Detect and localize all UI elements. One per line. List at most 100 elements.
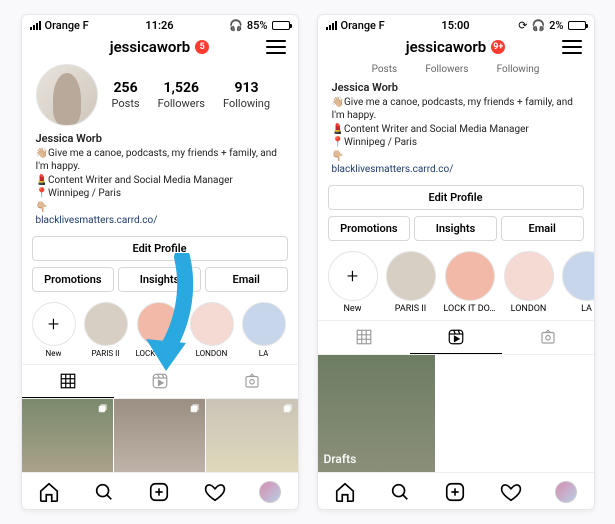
edit-profile-button[interactable]: Edit Profile xyxy=(328,185,584,210)
bio-link[interactable]: blacklivesmatters.carrd.co/ xyxy=(36,214,284,228)
promotions-button[interactable]: Promotions xyxy=(32,267,115,292)
stat-posts[interactable]: 256Posts xyxy=(112,80,140,110)
bio-line: 👋🏼Give me a canoe, podcasts, my friends … xyxy=(332,96,580,123)
bottom-nav xyxy=(318,472,594,509)
email-button[interactable]: Email xyxy=(501,216,584,241)
highlight-item[interactable]: PARIS II xyxy=(84,302,128,358)
empty-cell xyxy=(515,355,593,472)
highlights-row[interactable]: +New PARIS II LOCK IT DO... LONDON LA xyxy=(22,298,298,364)
status-bar: Orange F 11:26 🎧 85% xyxy=(22,15,298,34)
profile-header: jessicaworb 9+ xyxy=(318,34,594,64)
highlight-new[interactable]: +New xyxy=(32,302,76,358)
username-label: jessicaworb xyxy=(110,38,191,56)
promotions-button[interactable]: Promotions xyxy=(328,216,411,241)
activity-badge: 9+ xyxy=(491,40,505,54)
highlight-item[interactable]: PARIS II xyxy=(386,251,436,314)
stat-followers[interactable]: 1,526Followers xyxy=(158,80,205,110)
tab-reels[interactable] xyxy=(410,321,502,354)
edit-profile-button[interactable]: Edit Profile xyxy=(32,236,288,261)
highlight-item[interactable]: LOCK IT DO... xyxy=(136,302,182,358)
highlights-row[interactable]: +New PARIS II LOCK IT DO... LONDON LA xyxy=(318,247,594,320)
tagged-icon xyxy=(243,372,261,390)
insights-button[interactable]: Insights xyxy=(118,267,201,292)
plus-square-icon xyxy=(148,481,170,503)
bio-line: 📍Winnipeg / Paris xyxy=(36,187,284,201)
bio-line: 👋🏼Give me a canoe, podcasts, my friends … xyxy=(36,147,284,174)
drafts-thumb[interactable]: Drafts xyxy=(318,355,435,472)
nav-search[interactable] xyxy=(389,481,411,503)
battery-icon xyxy=(568,21,586,30)
nav-profile[interactable] xyxy=(555,481,577,503)
tab-tagged[interactable] xyxy=(206,365,298,398)
highlight-new[interactable]: +New xyxy=(328,251,378,314)
highlight-item[interactable]: LA xyxy=(562,251,595,314)
tab-reels[interactable] xyxy=(114,365,206,398)
stat-following[interactable]: 913Following xyxy=(223,80,270,110)
carousel-icon xyxy=(281,403,294,416)
stat-label: Followers xyxy=(425,64,468,75)
bio-line: 👇🏼 xyxy=(36,201,284,215)
empty-cell xyxy=(436,355,514,472)
reels-grid[interactable]: Drafts xyxy=(318,355,594,472)
nav-activity[interactable] xyxy=(500,481,522,503)
clock-label: 15:00 xyxy=(318,19,594,32)
profile-avatar[interactable] xyxy=(36,64,98,126)
stat-label: Following xyxy=(497,64,540,75)
tab-tagged[interactable] xyxy=(502,321,594,354)
post-grid[interactable] xyxy=(22,399,298,472)
menu-icon[interactable] xyxy=(562,40,582,54)
avatar-icon xyxy=(555,481,577,503)
highlight-item[interactable]: LONDON xyxy=(504,251,554,314)
nav-search[interactable] xyxy=(93,481,115,503)
post-thumb[interactable] xyxy=(22,399,113,472)
post-thumb[interactable] xyxy=(114,399,205,472)
avatar-icon xyxy=(259,481,281,503)
tab-grid[interactable] xyxy=(318,321,410,354)
search-icon xyxy=(389,481,411,503)
menu-icon[interactable] xyxy=(266,40,286,54)
highlight-item[interactable]: LA xyxy=(242,302,286,358)
nav-profile[interactable] xyxy=(259,481,281,503)
search-icon xyxy=(93,481,115,503)
phone-right: Orange F 15:00 ⟳ 🎧 2% jessicaworb 9+ Pos… xyxy=(317,14,595,510)
carousel-icon xyxy=(96,403,109,416)
nav-new-post[interactable] xyxy=(148,481,170,503)
grid-icon xyxy=(59,372,77,390)
nav-new-post[interactable] xyxy=(444,481,466,503)
reels-icon xyxy=(447,328,465,346)
highlight-item[interactable]: LOCK IT DO... xyxy=(444,251,496,314)
heart-icon xyxy=(204,481,226,503)
nav-home[interactable] xyxy=(38,481,60,503)
feed-tabs xyxy=(22,364,298,399)
drafts-label: Drafts xyxy=(324,452,357,466)
display-name: Jessica Worb xyxy=(36,132,284,147)
post-thumb[interactable] xyxy=(206,399,297,472)
carousel-icon xyxy=(188,403,201,416)
status-bar: Orange F 15:00 ⟳ 🎧 2% xyxy=(318,15,594,34)
heart-icon xyxy=(500,481,522,503)
home-icon xyxy=(334,481,356,503)
nav-home[interactable] xyxy=(334,481,356,503)
bio-line: 💄Content Writer and Social Media Manager xyxy=(332,123,580,137)
insights-button[interactable]: Insights xyxy=(414,216,497,241)
reels-icon xyxy=(151,372,169,390)
bio-line: 👇🏼 xyxy=(332,150,580,164)
username-dropdown[interactable]: jessicaworb 5 xyxy=(110,38,210,56)
phone-left: Orange F 11:26 🎧 85% jessicaworb 5 256Po… xyxy=(21,14,299,510)
grid-icon xyxy=(355,328,373,346)
bottom-nav xyxy=(22,472,298,509)
tagged-icon xyxy=(539,328,557,346)
plus-square-icon xyxy=(444,481,466,503)
username-dropdown[interactable]: jessicaworb 9+ xyxy=(406,38,506,56)
feed-tabs xyxy=(318,320,594,355)
bio-line: 💄Content Writer and Social Media Manager xyxy=(36,174,284,188)
clock-label: 11:26 xyxy=(22,19,298,32)
highlight-item[interactable]: LONDON xyxy=(190,302,234,358)
profile-header: jessicaworb 5 xyxy=(22,34,298,64)
tab-grid[interactable] xyxy=(22,365,114,398)
bio-link[interactable]: blacklivesmatters.carrd.co/ xyxy=(332,163,580,177)
nav-activity[interactable] xyxy=(204,481,226,503)
email-button[interactable]: Email xyxy=(205,267,288,292)
stats-labels-row: Posts Followers Following xyxy=(318,64,594,81)
display-name: Jessica Worb xyxy=(332,81,580,96)
